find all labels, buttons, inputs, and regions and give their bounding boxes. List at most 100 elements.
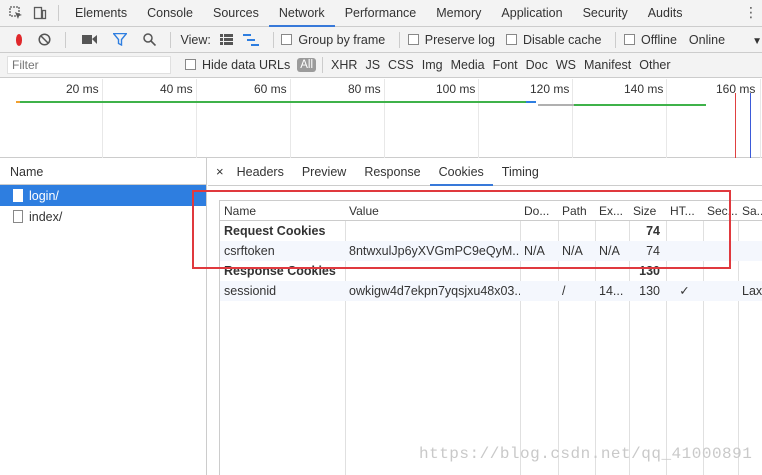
checkbox-icon [185,59,196,70]
toolbar-divider [170,31,171,48]
offline-checkbox[interactable]: Offline [624,33,677,47]
cookie-secure [703,281,738,301]
request-row[interactable]: index/ [0,206,206,227]
more-options-icon[interactable]: ⋮ [744,4,758,21]
tab-preview[interactable]: Preview [293,158,355,186]
record-button[interactable] [16,33,23,46]
toolbar-divider [615,31,617,48]
cookie-row[interactable]: sessionid owkigw4d7ekpn7yqsjxu48x03... /… [220,281,762,301]
hide-data-urls-checkbox[interactable]: Hide data URLs [185,58,290,72]
tab-application[interactable]: Application [491,0,572,27]
load-event-line [735,93,736,158]
filter-input[interactable] [7,56,171,74]
detail-tabbar: × Headers Preview Response Cookies Timin… [208,158,762,186]
cookie-path: / [562,284,566,298]
filter-type-other[interactable]: Other [639,58,670,72]
document-icon [13,189,23,202]
capture-screenshots-icon[interactable] [82,34,97,45]
filter-type-img[interactable]: Img [422,58,443,72]
timeline-tick-label: 80 ms [348,82,381,96]
cookie-expires: 14... [599,284,624,298]
tab-network[interactable]: Network [268,0,335,27]
search-icon[interactable] [143,33,156,46]
watermark-text: https://blog.csdn.net/qq_41000891 [419,445,753,463]
request-row[interactable]: login/ [0,185,206,206]
filter-type-js[interactable]: JS [365,58,380,72]
timeline-gridline [196,79,197,158]
timeline-tick-label: 120 ms [530,82,570,96]
tab-cookies[interactable]: Cookies [429,158,493,186]
device-toolbar-icon[interactable] [32,5,48,21]
timeline-gridline [478,79,479,158]
timeline-gridline [760,79,761,158]
filter-type-media[interactable]: Media [451,58,485,72]
timeline-gridline [290,79,291,158]
tab-headers[interactable]: Headers [228,158,293,186]
name-column-header[interactable]: Name [0,158,206,185]
cookie-samesite: Lax [742,284,762,298]
tab-audits[interactable]: Audits [638,0,693,27]
offline-label: Offline [641,32,677,47]
inspect-element-icon[interactable] [8,5,24,21]
timeline-tick-label: 40 ms [160,82,193,96]
request-name: index/ [29,209,63,224]
tab-response[interactable]: Response [355,158,429,186]
request-name: login/ [29,188,59,203]
timeline-tick-label: 60 ms [254,82,287,96]
toolbar-divider [65,31,66,48]
timeline-gridline [666,79,667,158]
document-icon [13,210,23,223]
clear-icon[interactable] [38,33,52,46]
cookie-samesite [738,241,762,261]
filter-type-css[interactable]: CSS [388,58,414,72]
chevron-down-icon: ▼ [752,35,762,47]
column-header-samesite[interactable]: Sa... [738,201,762,221]
tabbar-divider [58,5,59,21]
timeline-overview[interactable]: 20 ms 40 ms 60 ms 80 ms 100 ms 120 ms 14… [0,79,762,158]
tab-security[interactable]: Security [573,0,638,27]
preserve-log-label: Preserve log [424,32,495,47]
timeline-bar [20,101,530,103]
cookie-name: sessionid [224,284,277,298]
timeline-tick-label: 100 ms [436,82,476,96]
filter-type-all[interactable]: All [297,58,317,72]
filter-type-ws[interactable]: WS [556,58,576,72]
group-by-frame-checkbox[interactable]: Group by frame [281,33,385,47]
tab-console[interactable]: Console [137,0,203,27]
filter-type-doc[interactable]: Doc [526,58,548,72]
tab-timing[interactable]: Timing [493,158,548,186]
tab-sources[interactable]: Sources [203,0,269,27]
group-by-frame-label: Group by frame [298,32,386,47]
filter-type-manifest[interactable]: Manifest [584,58,631,72]
throttling-select[interactable]: Online ▼ [689,33,762,47]
tab-elements[interactable]: Elements [65,0,137,27]
toolbar-divider [399,31,400,48]
preserve-log-checkbox[interactable]: Preserve log [407,32,495,47]
tab-memory[interactable]: Memory [426,0,491,27]
filter-type-font[interactable]: Font [493,58,518,72]
timeline-bar [574,104,706,106]
large-rows-icon[interactable] [219,34,233,45]
throttling-value: Online [688,32,726,47]
cookie-domain [520,281,558,301]
view-label: View: [180,32,211,47]
disable-cache-checkbox[interactable]: Disable cache [505,33,601,47]
tab-performance[interactable]: Performance [335,0,427,27]
timeline-bar [526,101,536,103]
dom-content-loaded-line [750,93,751,158]
filter-bar: Hide data URLs All XHR JS CSS Img Media … [0,53,762,78]
annotation-highlight-box [192,190,731,269]
filter-icon[interactable] [113,33,127,46]
checkbox-icon [624,33,636,45]
filter-type-xhr[interactable]: XHR [331,58,357,72]
waterfall-icon[interactable] [242,33,259,46]
timeline-gridline [572,79,573,158]
checkbox-icon [505,33,517,45]
timeline-gridline [384,79,385,158]
filter-divider [322,57,324,73]
toolbar-divider [272,31,274,48]
close-icon[interactable]: × [216,164,224,179]
network-toolbar: View: Group by frame Preserve log Disabl… [0,27,762,53]
cookie-size: 130 [639,284,660,298]
timeline-tick-label: 20 ms [66,82,99,96]
